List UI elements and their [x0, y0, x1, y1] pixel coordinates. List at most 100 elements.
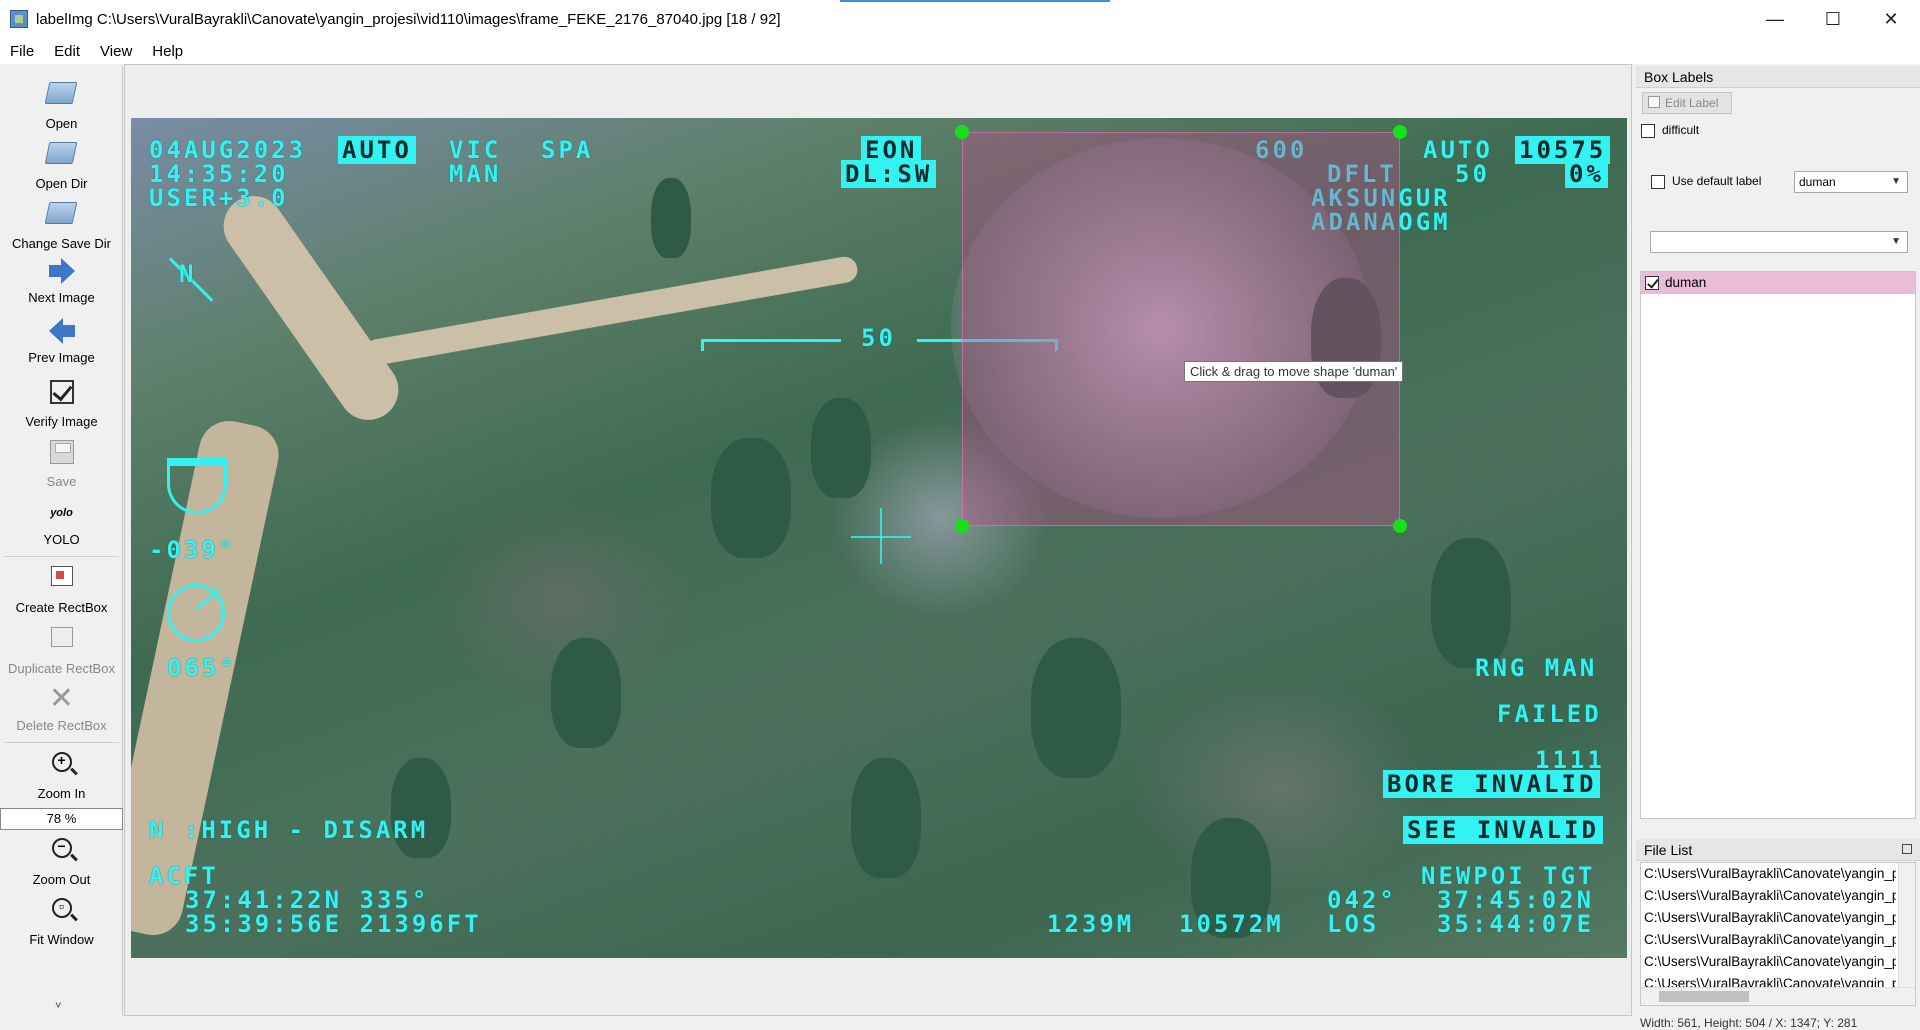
horizontal-scrollbar[interactable]	[1641, 987, 1915, 1005]
box-handle-bottom-right[interactable]	[1393, 519, 1407, 533]
menu-edit[interactable]: Edit	[44, 43, 90, 60]
right-dock: Box Labels Edit Label difficult Use defa…	[1636, 64, 1920, 1016]
label-visible-checkbox[interactable]	[1645, 276, 1659, 290]
save-label: Save	[46, 474, 77, 489]
hud-los: LOS	[1327, 910, 1380, 938]
hud-zero-percent: 0%	[1565, 160, 1608, 188]
zoom-level-spinbox[interactable]: 78 %	[0, 808, 123, 830]
minimize-button[interactable]: —	[1746, 0, 1804, 38]
yolo-icon: yolo	[50, 507, 73, 519]
hud-50-right: 50	[1455, 160, 1490, 188]
edit-icon	[1648, 96, 1660, 108]
chevron-down-icon: ▼	[1891, 176, 1901, 187]
difficult-checkbox[interactable]	[1641, 124, 1655, 138]
default-label-select[interactable]: duman ▼	[1794, 171, 1908, 193]
create-rectbox-button[interactable]: Create RectBox	[0, 562, 123, 615]
box-handle-bottom-left[interactable]	[955, 519, 969, 533]
tree	[811, 398, 871, 498]
dirt-road	[362, 254, 860, 368]
file-list-title: File List	[1636, 839, 1920, 861]
status-bar: Width: 561, Height: 504 / X: 1347; Y: 28…	[1640, 1016, 1858, 1030]
change-save-dir-button[interactable]: Change Save Dir	[0, 198, 123, 251]
maximize-button[interactable]: ☐	[1804, 0, 1862, 38]
folder-icon	[44, 142, 77, 172]
zoom-in-icon: +	[47, 752, 77, 782]
yolo-label: YOLO	[43, 532, 80, 547]
rectbox-icon	[47, 566, 77, 596]
close-button[interactable]: ✕	[1862, 0, 1920, 38]
delete-rectbox-label: Delete RectBox	[16, 718, 107, 733]
arrow-right-icon	[47, 256, 77, 286]
image-canvas[interactable]: 04AUG2023 AUTO VIC SPA 14:35:20 MAN USER…	[131, 118, 1627, 958]
fit-window-icon: ▫	[47, 898, 77, 928]
menu-bar: File Edit View Help	[0, 38, 1920, 64]
crosshair-v	[880, 508, 882, 564]
yolo-format-button[interactable]: yolo YOLO	[0, 498, 123, 547]
open-dir-label: Open Dir	[35, 176, 88, 191]
box-handle-top-left[interactable]	[955, 125, 969, 139]
label-list: duman	[1640, 271, 1916, 819]
toolbar-extension-chevron[interactable]: ˅	[55, 1000, 61, 1012]
menu-file[interactable]: File	[0, 43, 44, 60]
difficult-label: difficult	[1662, 123, 1700, 137]
hud-10572m: 10572M	[1179, 910, 1284, 938]
box-handle-top-right[interactable]	[1393, 125, 1407, 139]
duplicate-rectbox-button[interactable]: Duplicate RectBox	[0, 623, 123, 676]
menu-view[interactable]: View	[90, 43, 142, 60]
hud-auto-left: AUTO	[338, 136, 416, 164]
open-button[interactable]: Open	[0, 78, 123, 131]
delete-icon: ✕	[48, 682, 75, 715]
zoom-out-label: Zoom Out	[32, 872, 91, 887]
scale-bar-left-tick	[701, 339, 704, 351]
fit-window-label: Fit Window	[29, 932, 94, 947]
bounding-box-duman[interactable]	[962, 132, 1400, 526]
menu-help[interactable]: Help	[142, 43, 193, 60]
create-rectbox-label: Create RectBox	[15, 600, 108, 615]
open-label: Open	[45, 116, 78, 131]
hud-user: USER+3.0	[149, 184, 289, 212]
file-list-item[interactable]: C:\Users\VuralBayrakli\Canovate\yangin_p…	[1641, 863, 1896, 885]
label-list-item[interactable]: duman	[1641, 272, 1915, 294]
hud-lon2: 35:44:07E	[1437, 910, 1595, 938]
window-title: labelImg C:\Users\VuralBayrakli\Canovate…	[36, 10, 781, 28]
scale-bar-left	[701, 339, 841, 342]
zoom-in-button[interactable]: + Zoom In	[0, 750, 123, 801]
title-accent-line	[840, 0, 1110, 2]
float-dock-icon	[1902, 844, 1912, 854]
vertical-scrollbar[interactable]	[1898, 863, 1915, 987]
hud-north: N	[179, 260, 197, 288]
save-button[interactable]: Save	[0, 438, 123, 489]
verify-image-button[interactable]: Verify Image	[0, 378, 123, 429]
edit-label-text: Edit Label	[1665, 96, 1719, 110]
zoom-in-label: Zoom In	[37, 786, 86, 801]
box-labels-title: Box Labels	[1636, 66, 1920, 88]
use-default-label-checkbox[interactable]	[1651, 175, 1665, 189]
tree	[1031, 638, 1121, 778]
folder-icon	[44, 82, 77, 112]
file-list-item[interactable]: C:\Users\VuralBayrakli\Canovate\yangin_p…	[1641, 951, 1896, 973]
left-toolbar: Open Open Dir Change Save Dir Next Image…	[0, 66, 123, 1016]
prev-image-button[interactable]: Prev Image	[0, 316, 123, 365]
open-dir-button[interactable]: Open Dir	[0, 138, 123, 191]
app-icon	[10, 10, 28, 28]
tree	[711, 438, 791, 558]
file-list-item[interactable]: C:\Users\VuralBayrakli\Canovate\yangin_p…	[1641, 907, 1896, 929]
fit-window-button[interactable]: ▫ Fit Window	[0, 896, 123, 947]
default-label-value: duman	[1799, 175, 1836, 189]
folder-icon	[44, 202, 77, 232]
delete-rectbox-button[interactable]: ✕ Delete RectBox	[0, 682, 123, 734]
zoom-out-button[interactable]: − Zoom Out	[0, 836, 123, 887]
save-icon	[47, 440, 77, 470]
hud-see-invalid: SEE INVALID	[1403, 816, 1603, 844]
hud-man: MAN	[449, 160, 502, 188]
label-filter-combobox[interactable]: ▼	[1650, 231, 1908, 253]
hud-1239m: 1239M	[1047, 910, 1135, 938]
scrollbar-thumb[interactable]	[1659, 991, 1749, 1002]
file-list-item[interactable]: C:\Users\VuralBayrakli\Canovate\yangin_p…	[1641, 885, 1896, 907]
hud-lon1: 35:39:56E 21396FT	[185, 910, 482, 938]
label-name: duman	[1665, 275, 1707, 290]
next-image-button[interactable]: Next Image	[0, 256, 123, 305]
file-list-item[interactable]: C:\Users\VuralBayrakli\Canovate\yangin_p…	[1641, 929, 1896, 951]
tree	[1431, 538, 1511, 668]
verify-image-label: Verify Image	[25, 414, 98, 429]
